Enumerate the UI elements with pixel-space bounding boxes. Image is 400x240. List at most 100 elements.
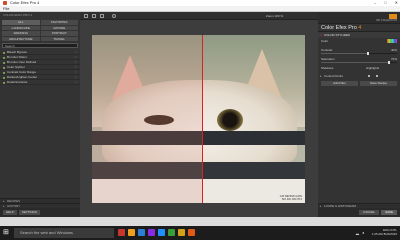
color-swatch[interactable] <box>387 39 397 43</box>
menu-file[interactable]: File <box>3 6 9 11</box>
taskbar-app-icon[interactable] <box>148 229 155 236</box>
category-wedding[interactable]: WEDDING <box>2 31 40 36</box>
filter-label: Bleach Bypass <box>7 50 27 54</box>
contrast-row: Contrast 40% <box>318 47 400 56</box>
taskbar-app-icon[interactable] <box>118 229 125 236</box>
check-icon <box>3 66 5 69</box>
clock-date: 8/20/2016 <box>383 232 397 236</box>
zoom-level[interactable]: Zoom 100 % <box>266 14 283 18</box>
product-version: 4 <box>358 25 362 31</box>
filter-label: Bi-Color User Defined <box>7 60 37 64</box>
save-recipe-button[interactable]: Save Recipe <box>360 81 397 86</box>
taskbar-app-icon[interactable] <box>158 229 165 236</box>
volume-icon[interactable]: ◂ <box>362 230 364 235</box>
add-control-point-icon[interactable] <box>368 75 370 77</box>
caption-line-2: ISO 200 1/60 f/5.6 <box>281 198 302 201</box>
network-icon[interactable]: ▂ <box>356 230 359 235</box>
split-view-divider[interactable] <box>202 35 203 203</box>
category-all[interactable]: ALL <box>2 20 40 25</box>
right-panel-footer: LOUPE & HISTOGRAM CANCEL SAVE <box>318 203 400 217</box>
saturation-slider-handle[interactable] <box>388 61 390 64</box>
contrast-slider[interactable] <box>321 52 397 55</box>
history-section[interactable]: HISTORY <box>0 203 80 209</box>
taskbar-app-icon[interactable] <box>188 229 195 236</box>
filter-item[interactable]: Detail Extractor ☆ <box>0 80 80 85</box>
taskbar-app-icon[interactable] <box>128 229 135 236</box>
taskbar-app-icon[interactable] <box>168 229 175 236</box>
filter-label: Bi-Color Filters <box>7 55 27 59</box>
add-filter-button[interactable]: Add Filter <box>321 81 358 86</box>
control-points-row[interactable]: Control Points <box>318 73 400 79</box>
category-travel[interactable]: TRAVEL <box>40 36 78 41</box>
cancel-button[interactable]: CANCEL <box>359 210 380 215</box>
filter-action-buttons: Add Filter Save Recipe <box>318 79 400 88</box>
desktop-gap <box>0 217 400 226</box>
saturation-row: Saturation 72% <box>318 56 400 65</box>
category-architecture[interactable]: ARCHITECTURE <box>2 36 40 41</box>
product-name: Color Efex Pro <box>321 25 357 31</box>
side-by-side-icon[interactable] <box>100 14 104 18</box>
category-nature[interactable]: NATURE <box>40 25 78 30</box>
brand-header: NIK COLLECTION <box>318 12 400 24</box>
filter-label: Darken/Lighten Center <box>7 75 38 79</box>
check-icon <box>3 51 5 54</box>
contrast-slider-fill <box>321 53 369 54</box>
system-tray: ENG INTL 1:25 AM 8/20/2016 <box>372 228 397 236</box>
contrast-value: 40% <box>390 48 397 52</box>
saturation-label: Saturation <box>321 57 335 61</box>
brand-label: NIK COLLECTION <box>376 19 397 22</box>
cat-eye-right <box>217 109 243 131</box>
preview-canvas: CAT BEHIND GATE ISO 200 1/60 f/5.6 <box>80 20 318 217</box>
check-icon <box>3 61 5 64</box>
taskbar-app-icon[interactable] <box>178 229 185 236</box>
split-view-icon[interactable] <box>92 14 96 18</box>
windows-taskbar: ⊞ Search the web and Windows ▂ ◂ ENG INT… <box>0 226 400 240</box>
loupe-histogram-section[interactable]: LOUPE & HISTOGRAM <box>318 203 400 209</box>
filter-label: Detail Extractor <box>7 80 28 84</box>
subtract-control-point-icon[interactable] <box>376 75 378 77</box>
settings-button[interactable]: SETTINGS <box>18 210 40 215</box>
saturation-slider[interactable] <box>321 61 397 64</box>
clock-time: 1:25 AM <box>371 232 383 236</box>
saturation-value: 72% <box>390 57 397 61</box>
check-icon <box>3 81 5 84</box>
preview-image[interactable]: CAT BEHIND GATE ISO 200 1/60 f/5.6 <box>92 35 305 203</box>
color-label: Color <box>321 39 329 43</box>
background-color-icon[interactable] <box>112 14 116 18</box>
category-landscape[interactable]: LANDSCAPE <box>2 25 40 30</box>
left-panel-footer: RECIPES HISTORY HELP SETTINGS <box>0 198 80 217</box>
contrast-slider-handle[interactable] <box>367 52 369 55</box>
filter-controls-panel: NIK COLLECTION Color Efex Pro 4 ✕ COLOR … <box>318 12 400 217</box>
taskbar-apps <box>118 229 195 236</box>
filter-section-label: COLOR STYLIZER <box>324 33 350 37</box>
shadows-label[interactable]: Shadows <box>321 66 333 70</box>
filter-search-input[interactable]: Search <box>2 43 78 48</box>
app-icon <box>3 1 7 5</box>
category-favorites[interactable]: FAVORITES <box>40 20 78 25</box>
clock[interactable]: 1:25 AM 8/20/2016 <box>372 232 397 236</box>
left-footer-buttons: HELP SETTINGS <box>0 208 80 217</box>
contrast-label: Contrast <box>321 48 333 52</box>
system-tray-icons: ▂ ◂ <box>356 230 364 235</box>
dialog-actions: CANCEL SAVE <box>318 208 400 217</box>
save-button[interactable]: SAVE <box>381 210 397 215</box>
shadows-highlights-row: Shadows Highlights <box>318 65 400 73</box>
help-button[interactable]: HELP <box>3 210 17 215</box>
single-view-icon[interactable] <box>84 14 88 18</box>
check-icon <box>3 56 5 59</box>
window-title: Color Efex Pro 4 <box>10 0 40 5</box>
image-caption: CAT BEHIND GATE ISO 200 1/60 f/5.6 <box>280 195 302 201</box>
filter-browser-panel: COLOR EFEX PRO 4 ALL FAVORITES LANDSCAPE… <box>0 12 80 217</box>
category-grid: ALL FAVORITES LANDSCAPE NATURE WEDDING P… <box>0 18 80 42</box>
category-portrait[interactable]: PORTRAIT <box>40 31 78 36</box>
highlights-label[interactable]: Highlights <box>366 66 379 70</box>
star-icon[interactable]: ☆ <box>74 80 77 85</box>
color-row: Color <box>318 38 400 47</box>
check-icon <box>3 76 5 79</box>
preview-toolbar: Zoom 100 % <box>80 12 318 20</box>
filter-label: Color Stylizer <box>7 65 25 69</box>
windows-start-icon[interactable]: ⊞ <box>3 229 11 237</box>
taskbar-search-input[interactable]: Search the web and Windows <box>14 228 114 238</box>
original-side-overlay <box>92 35 202 203</box>
taskbar-app-icon[interactable] <box>138 229 145 236</box>
